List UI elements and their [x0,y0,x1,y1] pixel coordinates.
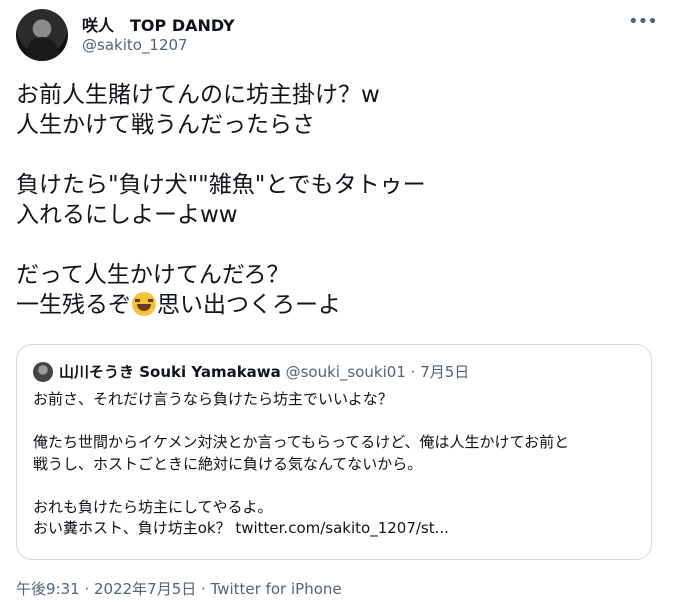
quoted-line: お前さ、それだけ言うなら負けたら坊主でいいよな？ [33,390,393,408]
tweet-timestamp-source[interactable]: 午後9:31 · 2022年7月5日 · Twitter for iPhone [16,578,342,599]
quoted-author-name: 山川そうき Souki Yamakawa [59,363,281,381]
quoted-author-avatar [33,362,53,382]
tweet-line: 人生かけて戦うんだったらさ [16,112,315,138]
tweet-line: 入れるにしよーよww [16,202,238,228]
quoted-line: おれも負けたら坊主にしてやるよ。 [33,497,273,516]
tweet-text: お前人生賭けてんのに坊主掛け？w 人生かけて戦うんだったらさ 負けたら"負け犬"… [16,80,656,320]
more-options-icon[interactable]: ••• [628,12,658,34]
tweet-line: 負けたら"負け犬""雑魚"とでもタトゥー [16,172,426,198]
quoted-tweet-text: お前さ、それだけ言うなら負けたら坊主でいいよな？ 俺たち世間からイケメン対決とか… [33,389,633,540]
tweet-line-last: 一生残るぞ 思い出つくろーよ [16,290,656,320]
tweet-line-part: 一生残るぞ [16,292,131,318]
quoted-date: 7月5日 [420,363,470,381]
tweet-line-part: 思い出つくろーよ [157,292,341,318]
author-handle[interactable]: @sakito_1207 [82,36,188,54]
author-avatar[interactable] [16,9,68,61]
quoted-line-blank [33,411,633,433]
quoted-line: 俺たち世間からイケメン対決とか言ってもらってるけど、俺は人生かけてお前と [33,433,570,451]
face-with-tears-of-joy-emoji-icon [132,292,156,316]
author-display-name[interactable]: 咲人 TOP DANDY [82,12,235,36]
quoted-author-handle: @souki_souki01 [285,363,406,381]
quoted-tweet-header: 山川そうき Souki Yamakawa @souki_souki01 · 7月… [59,362,469,382]
quoted-line: おい糞ホスト、負け坊主ok？ twitter.com/sakito_1207/s… [33,519,449,537]
quoted-line: 戦うし、ホストごときに絶対に負ける気なんてないから。 [33,454,423,473]
quoted-separator: · [405,363,421,381]
quoted-line-blank [33,475,633,497]
quoted-tweet[interactable]: 山川そうき Souki Yamakawa @souki_souki01 · 7月… [16,344,652,560]
tweet-line: だって人生かけてんだろ？ [16,262,290,288]
tweet-line: お前人生賭けてんのに坊主掛け？w [16,82,380,108]
